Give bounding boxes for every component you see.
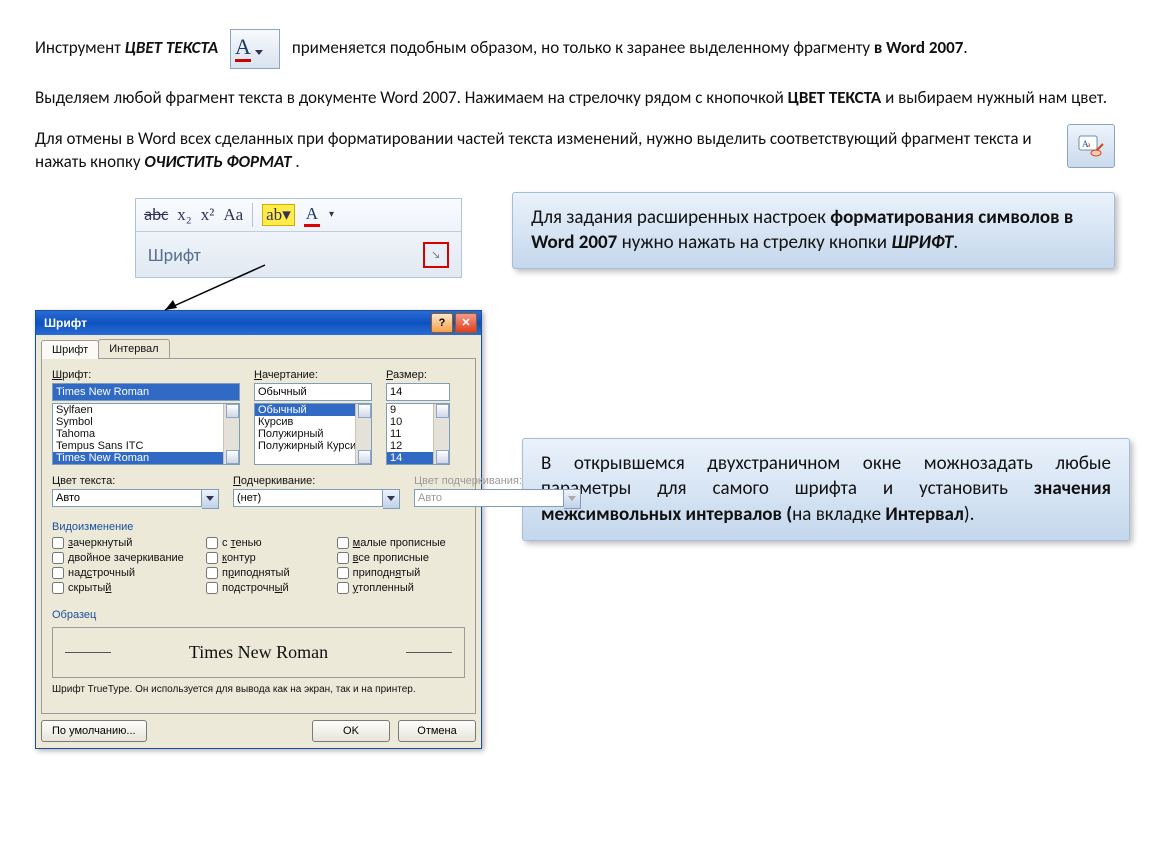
scrollbar[interactable] <box>355 404 371 464</box>
color-label: Цвет текста: <box>52 475 219 487</box>
chk-strike[interactable]: зачеркнутый <box>52 537 192 549</box>
list-item[interactable]: Symbol <box>53 416 239 428</box>
clear-format-icon: Aa <box>1067 124 1115 168</box>
underline-dropdown[interactable] <box>233 489 400 509</box>
chk-allcaps[interactable]: все прописные <box>337 552 465 564</box>
dropdown-arrow-icon <box>255 50 263 55</box>
svg-text:a: a <box>1087 140 1090 149</box>
p1-suffix: в Word 2007 <box>874 37 963 58</box>
size-label: Размер: <box>386 369 450 381</box>
font-label: Шрифт: <box>52 369 240 381</box>
size-listbox[interactable]: 9 10 11 12 14 <box>386 403 450 465</box>
font-color-icon: A <box>230 29 280 69</box>
subscript-icon: x₂ <box>177 205 191 225</box>
chk-engrave[interactable]: утопленный <box>337 582 465 594</box>
ok-button[interactable]: OK <box>312 720 390 742</box>
effects-title: Видоизменение <box>52 521 465 533</box>
p1-tool: ЦВЕТ ТЕКСТА <box>125 37 219 58</box>
list-item[interactable]: Times New Roman <box>53 452 239 464</box>
chevron-down-icon <box>564 489 581 509</box>
cancel-button[interactable]: Отмена <box>398 720 476 742</box>
font-input[interactable] <box>52 383 240 401</box>
dialog-tabs: Шрифт Интервал <box>41 339 476 359</box>
letter-a-icon: A <box>235 36 251 62</box>
list-item[interactable]: Tempus Sans ITC <box>53 440 239 452</box>
color-dropdown[interactable] <box>52 489 219 509</box>
chk-hidden[interactable]: скрытый <box>52 582 192 594</box>
ribbon-font-group: abc x₂ x² Aa ab▾ A▾ Шрифт ↘ <box>135 198 462 278</box>
size-input[interactable] <box>386 383 450 401</box>
chevron-down-icon[interactable] <box>383 489 400 509</box>
list-item[interactable]: Полужирный Курсив <box>255 440 371 452</box>
info-box-1: Для задания расширенных настроек формати… <box>512 192 1115 269</box>
font-color-ribbon-icon: A <box>304 203 320 227</box>
list-item[interactable]: Sylfaen <box>53 404 239 416</box>
scrollbar[interactable] <box>223 404 239 464</box>
effects-grid: зачеркнутый с тенью малые прописные двой… <box>52 537 465 597</box>
paragraph-2: Выделяем любой фрагмент текста в докумен… <box>35 87 1115 110</box>
scrollbar[interactable] <box>433 404 449 464</box>
paragraph-1: Инструмент ЦВЕТ ТЕКСТА A применяется под… <box>35 29 1115 69</box>
ucolor-label: Цвет подчеркивания: <box>414 475 581 487</box>
dialog-titlebar[interactable]: Шрифт ? ✕ <box>36 311 481 335</box>
dialog-title: Шрифт <box>44 316 87 330</box>
style-input[interactable] <box>254 383 372 401</box>
ribbon-group-label: Шрифт <box>148 244 201 266</box>
style-label: Начертание: <box>254 369 372 381</box>
style-listbox[interactable]: Обычный Курсив Полужирный Полужирный Кур… <box>254 403 372 465</box>
underline-label: Подчеркивание: <box>233 475 400 487</box>
truetype-note: Шрифт TrueType. Он используется для выво… <box>52 684 465 695</box>
chk-sup[interactable]: надстрочный <box>52 567 192 579</box>
superscript-icon: x² <box>201 205 215 225</box>
chk-smallcaps[interactable]: малые прописные <box>337 537 465 549</box>
default-button[interactable]: По умолчанию... <box>41 720 147 742</box>
sample-title: Образец <box>52 609 465 621</box>
chk-sub[interactable]: подстрочный <box>206 582 323 594</box>
dialog-launcher-icon[interactable]: ↘ <box>423 242 449 268</box>
help-button[interactable]: ? <box>431 313 453 333</box>
info-box-2: В открывшемся двухстраничном окне можноз… <box>522 438 1130 541</box>
p1-prefix: Инструмент <box>35 37 125 58</box>
change-case-icon: Aa <box>223 205 243 225</box>
tab-interval[interactable]: Интервал <box>98 339 169 358</box>
close-button[interactable]: ✕ <box>455 313 477 333</box>
chk-outline[interactable]: контур <box>206 552 323 564</box>
p2-bold: ЦВЕТ ТЕКСТА <box>788 87 882 108</box>
strikethrough-icon: abc <box>144 204 168 225</box>
ucolor-dropdown <box>414 489 581 509</box>
tab-font[interactable]: Шрифт <box>41 340 99 359</box>
chevron-down-icon[interactable] <box>202 489 219 509</box>
paragraph-3: Aa Для отмены в Word всех сделанных при … <box>35 128 1115 174</box>
chk-dstrike[interactable]: двойное зачеркивание <box>52 552 192 564</box>
chk-emboss[interactable]: приподнятый <box>206 567 323 579</box>
chk-shadow[interactable]: с тенью <box>206 537 323 549</box>
font-dialog: Шрифт ? ✕ Шрифт Интервал Шрифт: <box>35 310 482 749</box>
list-item[interactable]: Курсив <box>255 416 371 428</box>
highlight-icon: ab▾ <box>262 204 295 226</box>
list-item[interactable]: Полужирный <box>255 428 371 440</box>
list-item[interactable]: Tahoma <box>53 428 239 440</box>
p1-middle: применяется подобным образом, но только … <box>292 37 874 58</box>
list-item[interactable]: Обычный <box>255 404 371 416</box>
chk-emboss[interactable]: приподнятый <box>337 567 465 579</box>
sample-preview: Times New Roman <box>52 627 465 678</box>
p3-bold: ОЧИСТИТЬ ФОРМАТ <box>144 151 291 172</box>
font-listbox[interactable]: Sylfaen Symbol Tahoma Tempus Sans ITC Ti… <box>52 403 240 465</box>
